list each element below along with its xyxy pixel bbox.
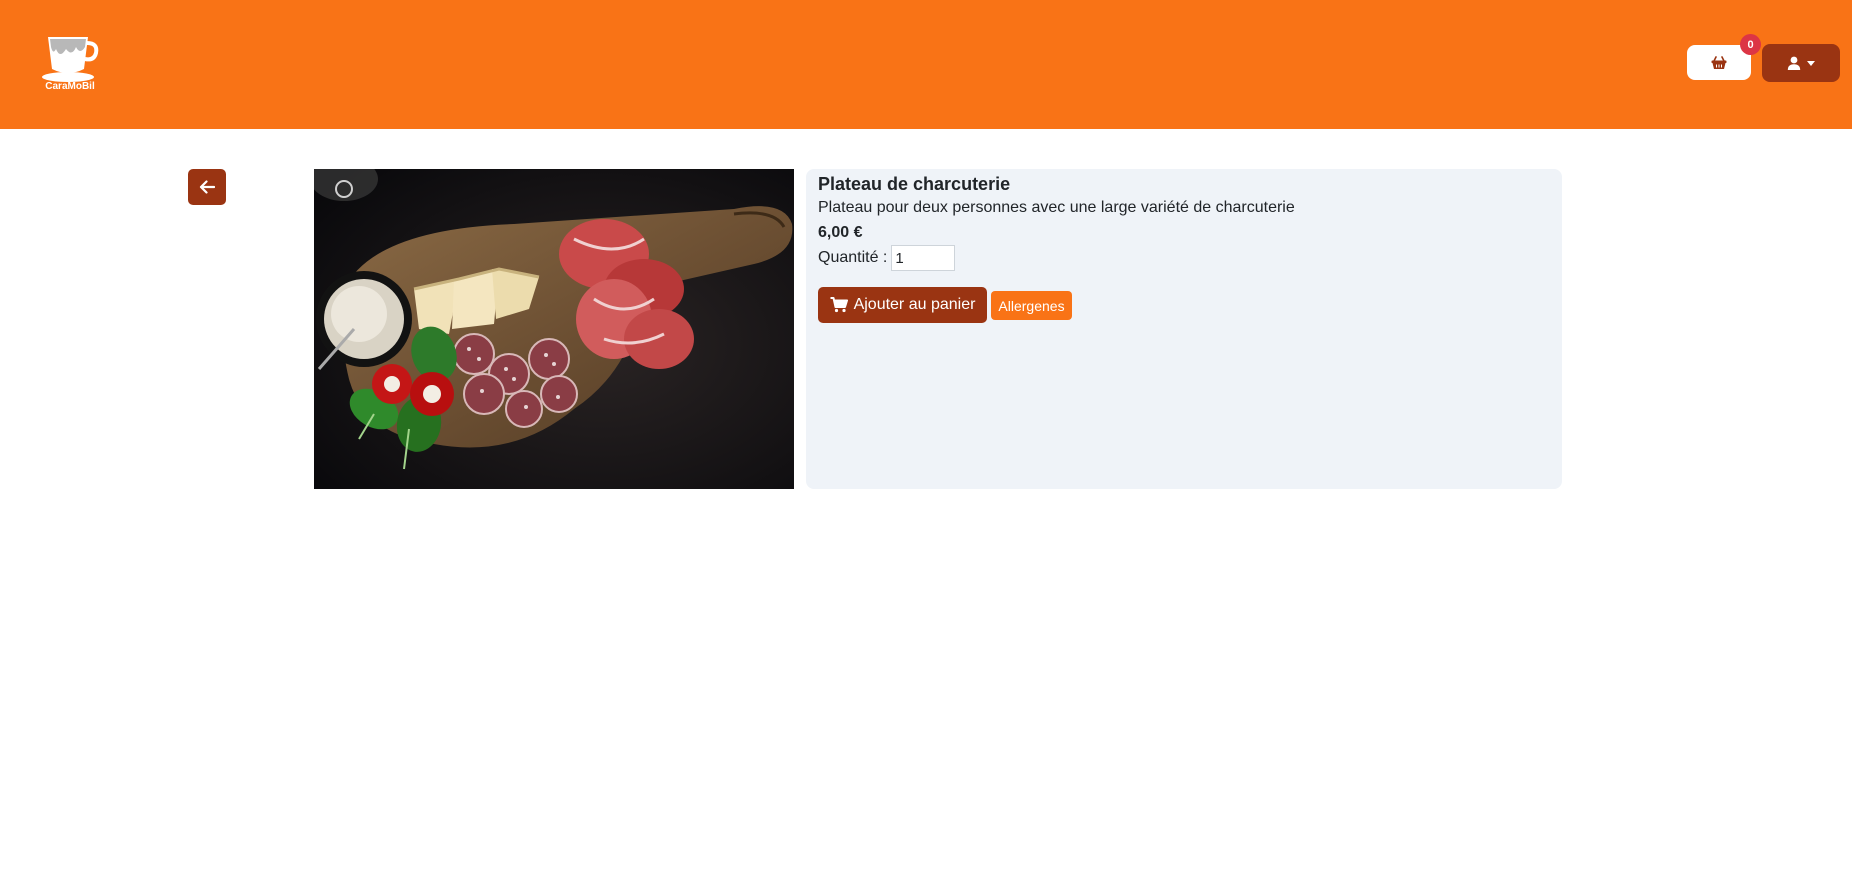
arrow-left-icon: [199, 180, 215, 194]
basket-icon: [1711, 55, 1727, 69]
cart-count-badge: 0: [1740, 34, 1761, 55]
product-description: Plateau pour deux personnes avec une lar…: [818, 199, 1295, 216]
product-price: 6,00 €: [818, 224, 863, 241]
caramobil-logo[interactable]: CaraMoBil: [36, 25, 104, 93]
quantity-label: Quantité :: [818, 249, 888, 266]
top-navbar: CaraMoBil 0: [0, 0, 1852, 129]
add-to-cart-button[interactable]: Ajouter au panier: [818, 287, 987, 323]
product-info-card: Plateau de charcuterie Plateau pour deux…: [806, 169, 1562, 489]
user-icon: [1787, 56, 1801, 70]
allergens-button[interactable]: Allergenes: [991, 291, 1072, 320]
coffee-cup-logo-icon: CaraMoBil: [42, 37, 99, 92]
cart-icon: [830, 297, 848, 313]
product-name: Plateau de charcuterie: [818, 174, 1011, 194]
caret-down-icon: [1807, 60, 1815, 66]
product-image: [314, 169, 794, 489]
add-to-cart-label: Ajouter au panier: [853, 296, 976, 313]
user-menu-button[interactable]: [1762, 44, 1840, 82]
logo-text: CaraMoBil: [45, 81, 95, 92]
quantity-row: Quantité :: [818, 245, 956, 271]
quantity-input[interactable]: [891, 245, 956, 271]
back-button[interactable]: [188, 169, 226, 205]
charcuterie-board-photo: [314, 169, 794, 489]
